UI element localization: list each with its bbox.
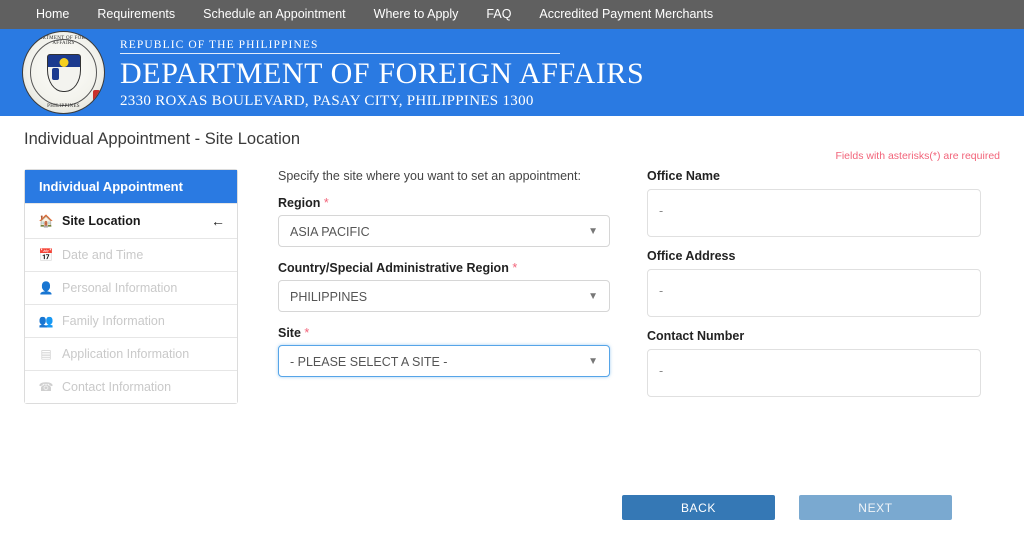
office-name-group: Office Name - bbox=[647, 169, 1000, 237]
appointment-steps-sidebar: Individual Appointment 🏠 Site Location ←… bbox=[24, 169, 238, 404]
page-title: Individual Appointment - Site Location bbox=[24, 130, 301, 148]
office-address-group: Office Address - bbox=[647, 249, 1000, 317]
list-card-icon: ▤ bbox=[40, 347, 52, 361]
main-content: Fields with asterisks(*) are required In… bbox=[0, 149, 1024, 409]
seal-shield-accent bbox=[93, 90, 100, 102]
site-field-group: Site * - PLEASE SELECT A SITE - ▼ bbox=[278, 326, 610, 377]
users-icon: 👥 bbox=[38, 314, 54, 328]
form-actions: BACK NEXT bbox=[622, 495, 952, 520]
site-select[interactable]: - PLEASE SELECT A SITE - bbox=[278, 345, 610, 377]
country-field-group: Country/Special Administrative Region * … bbox=[278, 261, 610, 312]
site-location-form: Specify the site where you want to set a… bbox=[238, 169, 610, 409]
phone-icon: ☎ bbox=[38, 380, 54, 394]
sidebar-item-label: Date and Time bbox=[62, 248, 144, 262]
contact-number-label: Contact Number bbox=[647, 329, 745, 343]
country-label-text: Country/Special Administrative Region bbox=[278, 261, 509, 275]
banner-republic-line: REPUBLIC OF THE PHILIPPINES bbox=[120, 39, 560, 54]
region-label-text: Region bbox=[278, 196, 321, 210]
office-name-label: Office Name bbox=[647, 169, 720, 183]
banner-address-line: 2330 ROXAS BOULEVARD, PASAY CITY, PHILIP… bbox=[120, 92, 534, 109]
content-columns: Individual Appointment 🏠 Site Location ←… bbox=[24, 149, 1000, 409]
nav-item-where-to-apply[interactable]: Where to Apply bbox=[360, 0, 473, 29]
user-icon: 👤 bbox=[38, 281, 54, 295]
home-icon: 🏠 bbox=[38, 214, 54, 228]
banner-department-line: DEPARTMENT OF FOREIGN AFFAIRS bbox=[120, 56, 645, 90]
nav-item-faq[interactable]: FAQ bbox=[472, 0, 525, 29]
nav-item-home[interactable]: Home bbox=[22, 0, 83, 29]
site-select-wrapper: - PLEASE SELECT A SITE - ▼ bbox=[278, 345, 610, 377]
banner-text-block: REPUBLIC OF THE PHILIPPINES DEPARTMENT O… bbox=[120, 35, 644, 111]
top-navigation-bar: Home Requirements Schedule an Appointmen… bbox=[0, 0, 1024, 29]
sidebar-item-contact-information[interactable]: ☎ Contact Information bbox=[25, 370, 237, 403]
office-address-label: Office Address bbox=[647, 249, 736, 263]
office-details-panel: Office Name - Office Address - Contact N… bbox=[610, 169, 1000, 409]
contact-number-group: Contact Number - bbox=[647, 329, 1000, 397]
sidebar-item-label: Personal Information bbox=[62, 281, 178, 295]
sidebar-header: Individual Appointment bbox=[25, 170, 237, 203]
region-select[interactable]: ASIA PACIFIC bbox=[278, 215, 610, 247]
nav-item-requirements[interactable]: Requirements bbox=[83, 0, 189, 29]
sidebar-item-application-information[interactable]: ▤ Application Information bbox=[25, 337, 237, 370]
required-asterisk: * bbox=[323, 196, 329, 210]
region-field-group: Region * ASIA PACIFIC ▼ bbox=[278, 196, 610, 247]
required-asterisk: * bbox=[512, 261, 518, 275]
sidebar-item-personal-information[interactable]: 👤 Personal Information bbox=[25, 271, 237, 304]
form-instruction-text: Specify the site where you want to set a… bbox=[278, 169, 581, 183]
back-button[interactable]: BACK bbox=[622, 495, 775, 520]
sidebar-item-label: Family Information bbox=[62, 314, 165, 328]
dfa-seal-logo: DEPARTMENT OF FOREIGN AFFAIRS PHILIPPINE… bbox=[22, 31, 105, 114]
sidebar-item-site-location[interactable]: 🏠 Site Location ← bbox=[25, 203, 237, 238]
region-label: Region * bbox=[278, 196, 610, 210]
sidebar-item-date-and-time[interactable]: 📅 Date and Time bbox=[25, 238, 237, 271]
office-name-value: - bbox=[647, 189, 981, 237]
next-button[interactable]: NEXT bbox=[799, 495, 952, 520]
region-select-wrapper: ASIA PACIFIC ▼ bbox=[278, 215, 610, 247]
calendar-icon: 📅 bbox=[38, 248, 54, 262]
seal-bottom-text: PHILIPPINES bbox=[47, 104, 80, 109]
seal-top-text: DEPARTMENT OF FOREIGN AFFAIRS bbox=[28, 36, 99, 46]
contact-number-value: - bbox=[647, 349, 981, 397]
required-fields-note: Fields with asterisks(*) are required bbox=[835, 150, 1000, 162]
country-select[interactable]: PHILIPPINES bbox=[278, 280, 610, 312]
sidebar-item-label: Application Information bbox=[62, 347, 190, 361]
sidebar-item-label: Site Location bbox=[62, 214, 141, 228]
country-select-wrapper: PHILIPPINES ▼ bbox=[278, 280, 610, 312]
sidebar-item-label: Contact Information bbox=[62, 380, 172, 394]
office-address-value: - bbox=[647, 269, 981, 317]
nav-item-accredited-payment-merchants[interactable]: Accredited Payment Merchants bbox=[525, 0, 727, 29]
arrow-left-icon: ← bbox=[211, 213, 225, 229]
country-label: Country/Special Administrative Region * bbox=[278, 261, 610, 275]
site-label-text: Site bbox=[278, 326, 301, 340]
site-header-banner: DEPARTMENT OF FOREIGN AFFAIRS PHILIPPINE… bbox=[0, 29, 1024, 116]
sidebar-item-family-information[interactable]: 👥 Family Information bbox=[25, 304, 237, 337]
required-asterisk: * bbox=[304, 326, 310, 340]
site-label: Site * bbox=[278, 326, 610, 340]
nav-item-schedule-an-appointment[interactable]: Schedule an Appointment bbox=[189, 0, 359, 29]
